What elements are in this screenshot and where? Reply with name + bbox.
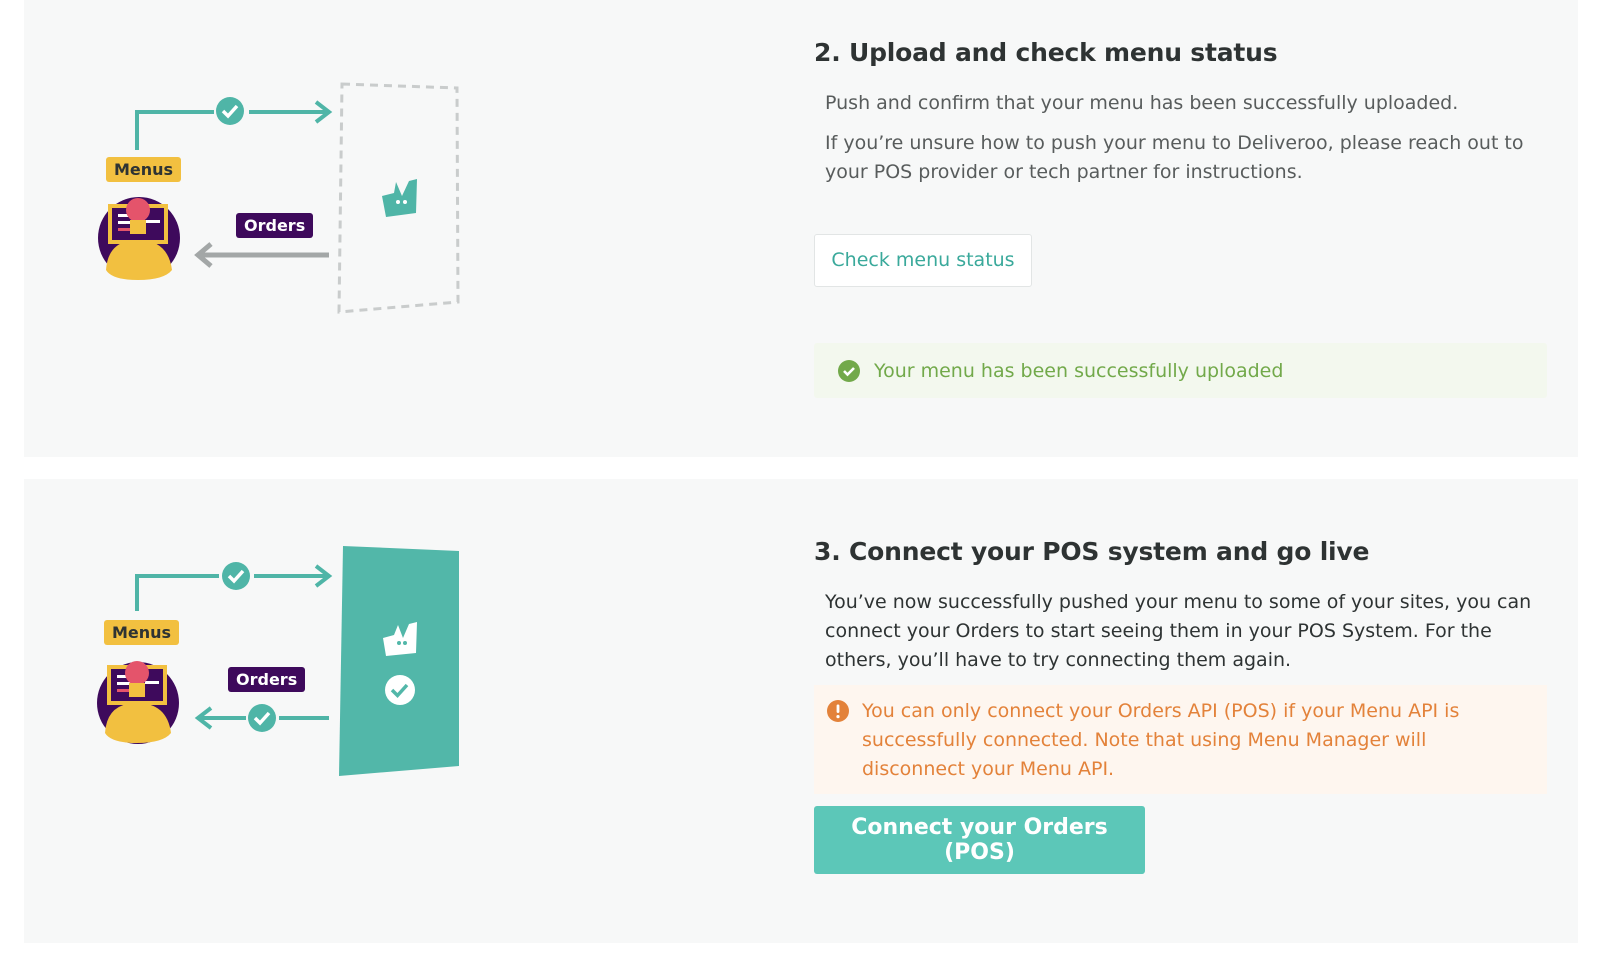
step-description: Push and confirm that your menu has been… [825, 92, 1459, 114]
menus-label: Menus [106, 157, 182, 182]
deliveroo-logo-icon [382, 179, 417, 217]
step-title: 2. Upload and check menu status [814, 38, 1278, 67]
connect-orders-pos-button[interactable]: Connect your Orders (POS) [814, 806, 1145, 874]
check-icon [385, 675, 415, 705]
orders-label: Orders [236, 213, 314, 238]
menus-label: Menus [104, 620, 180, 645]
restaurant-person-avatar [98, 197, 180, 280]
exclamation-circle-icon [827, 700, 849, 722]
success-message: Your menu has been successfully uploaded [874, 359, 1284, 382]
check-icon [222, 562, 250, 590]
check-menu-status-button[interactable]: Check menu status [814, 234, 1032, 287]
check-icon [216, 97, 244, 125]
pos-connect-illustration: Menus Orders [64, 543, 504, 803]
connect-pos-step-content: 3. Connect your POS system and go live Y… [814, 537, 1554, 874]
check-circle-icon [838, 359, 860, 382]
step-description: You’ve now successfully pushed your menu… [825, 591, 1532, 671]
upload-step-card: Menus Orders 2. Upload and check menu st… [24, 0, 1578, 457]
menu-upload-success-alert: Your menu has been successfully uploaded [814, 343, 1547, 398]
connect-pos-step-card: Menus Orders 3. Connect your POS system … [24, 479, 1578, 943]
step-help-text: If you’re unsure how to push your menu t… [825, 132, 1524, 183]
orders-label: Orders [228, 667, 306, 692]
menu-api-warning-alert: You can only connect your Orders API (PO… [814, 685, 1547, 794]
warning-message: You can only connect your Orders API (PO… [862, 700, 1460, 780]
step-title: 3. Connect your POS system and go live [814, 537, 1370, 566]
menu-upload-illustration: Menus Orders [64, 70, 504, 330]
check-icon [248, 704, 276, 732]
restaurant-person-avatar [97, 661, 179, 744]
upload-step-content: 2. Upload and check menu status Push and… [814, 38, 1554, 398]
restaurant-door [339, 546, 459, 776]
